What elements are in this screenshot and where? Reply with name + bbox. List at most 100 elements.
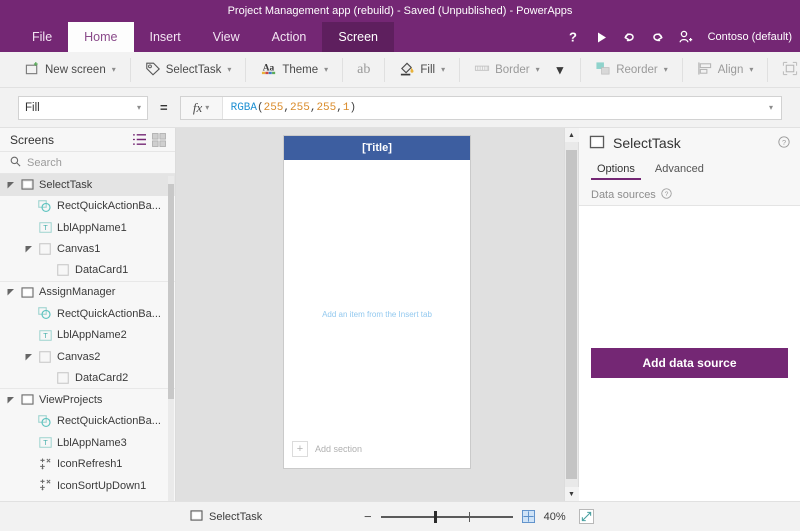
fit-to-window-icon[interactable] [522,510,535,523]
tree-item-datacard1[interactable]: DataCard1 [0,260,175,282]
formula-token: ( [257,102,264,114]
formula-token: ) [349,102,356,114]
data-sources-label: Data sources [591,189,656,201]
formula-token: 255 [264,102,284,114]
status-screen-indicator[interactable]: SelectTask [176,510,262,524]
container-icon [54,264,72,276]
add-user-icon[interactable] [678,30,693,45]
zoom-percent-label: 40% [544,511,570,523]
zoom-slider[interactable] [381,510,513,524]
help-circle-icon[interactable]: ? [661,188,672,202]
plus-icon: + [292,441,308,457]
ribbon-separator [459,58,460,82]
screen-name-label: SelectTask [166,64,222,76]
zoom-out-button[interactable]: − [364,509,372,524]
screens-sidebar: Screens Search SelectTaskRectQuickAction… [0,128,176,501]
fill-button[interactable]: Fill ▾ [392,57,452,83]
theme-button[interactable]: Aa Theme ▾ [253,57,335,83]
tree-item-iconrefresh1[interactable]: IconRefresh1 [0,454,175,476]
menu-tab-insert[interactable]: Insert [134,22,197,52]
zoom-slider-track [381,516,513,518]
app-title-bar[interactable]: [Title] [284,136,470,160]
chevron-down-icon[interactable]: ▾ [227,65,231,74]
scroll-up-arrow-icon[interactable]: ▲ [565,128,579,142]
chevron-down-icon[interactable]: ▾ [137,103,141,112]
zoom-slider-knob[interactable] [434,511,437,523]
undo-icon[interactable] [622,30,637,45]
tree-item-rectquickactionba[interactable]: RectQuickActionBa... [0,196,175,218]
menu-bar-actions: ? Contoso (default) [566,22,792,52]
add-section-button[interactable]: + Add section [292,438,462,460]
tree-item-rectquickactionba[interactable]: RectQuickActionBa... [0,411,175,433]
sidebar-scrollbar[interactable] [168,176,174,501]
tree-item-viewprojects[interactable]: ViewProjects [0,389,175,411]
sidebar-scrollbar-thumb[interactable] [168,184,174,399]
new-screen-button[interactable]: New screen ▾ [18,57,123,83]
tree-item-rectquickactionba[interactable]: RectQuickActionBa... [0,303,175,325]
thumbnail-view-icon[interactable] [149,131,169,149]
chevron-expanded-icon[interactable] [22,353,36,361]
search-input[interactable]: Search [27,157,62,169]
screen-canvas[interactable]: [Title] Add an item from the Insert tab … [284,136,470,468]
tree-item-canvas2[interactable]: Canvas2 [0,346,175,368]
help-circle-icon[interactable]: ? [778,136,790,151]
menu-tab-view[interactable]: View [197,22,256,52]
tree-item-lblappname2[interactable]: TLblAppName2 [0,325,175,347]
question-mark-icon[interactable]: ? [566,30,581,45]
menu-tab-home[interactable]: Home [68,22,133,52]
chevron-expanded-icon[interactable] [4,288,18,296]
tree-item-label: Canvas2 [57,351,100,363]
canvas-body[interactable]: Add an item from the Insert tab + Add se… [284,160,470,468]
menu-tab-action[interactable]: Action [256,22,323,52]
chevron-down-icon[interactable]: ▾ [769,103,773,112]
formula-input[interactable]: RGBA(255,255,255,1) ▾ [223,97,781,119]
tree-view-icon[interactable] [129,131,149,149]
chevron-expanded-icon[interactable] [4,181,18,189]
ribbon-overflow-chevron-down-icon[interactable]: ▾ [547,62,574,78]
tree-item-lblappname3[interactable]: TLblAppName3 [0,432,175,454]
redo-icon[interactable] [650,30,665,45]
play-icon[interactable] [594,30,609,45]
tree-item-lblappname1[interactable]: TLblAppName1 [0,217,175,239]
menu-tab-file[interactable]: File [16,22,68,52]
chevron-expanded-icon[interactable] [22,245,36,253]
formula-token: , [336,102,343,114]
chevron-down-icon[interactable]: ▾ [324,65,328,74]
sidebar-search-row[interactable]: Search [0,152,175,174]
chevron-down-icon[interactable]: ▾ [205,103,209,112]
data-sources-body: Add data source [579,206,800,501]
fx-button[interactable]: fx ▾ [181,97,223,119]
canvas-scrollbar-thumb[interactable] [566,150,577,479]
full-screen-icon[interactable] [579,509,594,524]
screen-name-button[interactable]: SelectTask ▾ [138,57,239,83]
ribbon-separator [245,58,246,82]
chevron-expanded-icon[interactable] [4,396,18,404]
chevron-down-icon[interactable]: ▾ [441,65,445,74]
canvas-scrollbar[interactable]: ▲ ▼ [564,128,578,501]
group-icon [782,61,798,79]
tree-item-label: LblAppName2 [57,329,127,341]
zoom-controls: − 40% [364,509,594,524]
canvas-area[interactable]: [Title] Add an item from the Insert tab … [176,128,578,501]
menu-tab-screen[interactable]: Screen [322,22,394,52]
tree-item-assignmanager[interactable]: AssignManager [0,282,175,304]
chevron-down-icon: ▾ [749,65,753,74]
tree-item-label: ViewProjects [39,394,102,406]
properties-panel: SelectTask ? OptionsAdvanced Data source… [578,128,800,501]
tree-item-iconsortupdown1[interactable]: IconSortUpDown1 [0,475,175,497]
add-data-source-button[interactable]: Add data source [591,348,788,378]
property-select[interactable]: Fill ▾ [18,96,148,120]
fx-label: fx [193,100,202,116]
formula-bar: Fill ▾ = fx ▾ RGBA(255,255,255,1) ▾ [0,88,800,128]
screen-icon [18,179,36,190]
tree-item-canvas1[interactable]: Canvas1 [0,239,175,261]
tree-item-datacard2[interactable]: DataCard2 [0,368,175,390]
canvas-scrollbar-track[interactable] [565,142,578,487]
chevron-down-icon[interactable]: ▾ [112,65,116,74]
tab-advanced[interactable]: Advanced [647,158,712,180]
tab-options[interactable]: Options [589,158,643,180]
org-name-label[interactable]: Contoso (default) [708,31,792,43]
tree-item-selecttask[interactable]: SelectTask [0,174,175,196]
menu-tab-label: File [32,30,52,44]
scroll-down-arrow-icon[interactable]: ▼ [565,487,579,501]
